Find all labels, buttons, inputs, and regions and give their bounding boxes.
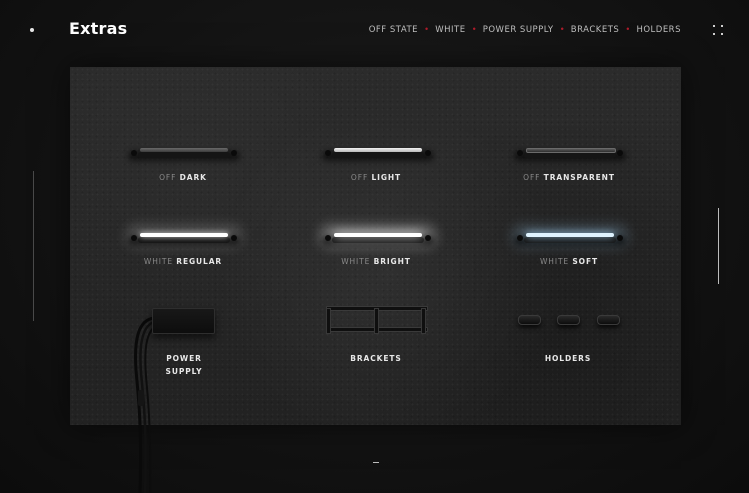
page-title: Extras [69, 19, 128, 38]
label-off-light: OFF LIGHT [350, 173, 402, 182]
left-divider-line [33, 171, 34, 321]
nav-separator: • [425, 24, 429, 34]
label-brackets: BRACKETS [350, 354, 402, 363]
lamp-white-regular[interactable] [126, 225, 242, 251]
nav-item-white[interactable]: WHITE [435, 25, 465, 35]
nav-item-brackets[interactable]: BRACKETS [571, 25, 620, 35]
lamp-white-soft[interactable] [512, 225, 628, 251]
brackets-product[interactable] [326, 306, 428, 334]
nav-item-power-supply[interactable]: POWER SUPPLY [483, 25, 554, 35]
holder-1[interactable] [518, 315, 541, 325]
label-white-regular: WHITE REGULAR [143, 257, 223, 266]
label-white-bright: WHITE BRIGHT [341, 257, 411, 266]
lamp-off-light[interactable] [322, 146, 434, 166]
nav-item-off-state[interactable]: OFF STATE [369, 25, 418, 35]
label-holders: HOLDERS [544, 354, 592, 363]
label-white-soft: WHITE SOFT [539, 257, 598, 266]
label-power-supply: POWER SUPPLY [165, 354, 203, 376]
holder-3[interactable] [597, 315, 620, 325]
nav-separator: • [472, 24, 476, 34]
dot-icon [30, 28, 34, 32]
nav-separator: • [626, 24, 630, 34]
label-off-transparent: OFF TRANSPARENT [523, 173, 615, 182]
scroll-down-indicator[interactable] [373, 462, 379, 463]
lamp-off-transparent[interactable] [514, 146, 626, 166]
scroll-indicator[interactable] [718, 208, 719, 284]
power-supply-unit[interactable] [152, 308, 215, 334]
holder-2[interactable] [557, 315, 580, 325]
label-off-dark: OFF DARK [159, 173, 207, 182]
lamp-white-bright[interactable] [320, 225, 436, 251]
nav-item-holders[interactable]: HOLDERS [636, 25, 681, 35]
lamp-off-dark[interactable] [128, 146, 240, 166]
nav-separator: • [560, 24, 564, 34]
top-nav: OFF STATE • WHITE • POWER SUPPLY • BRACK… [369, 24, 681, 36]
grid-dots-icon[interactable] [713, 25, 723, 35]
